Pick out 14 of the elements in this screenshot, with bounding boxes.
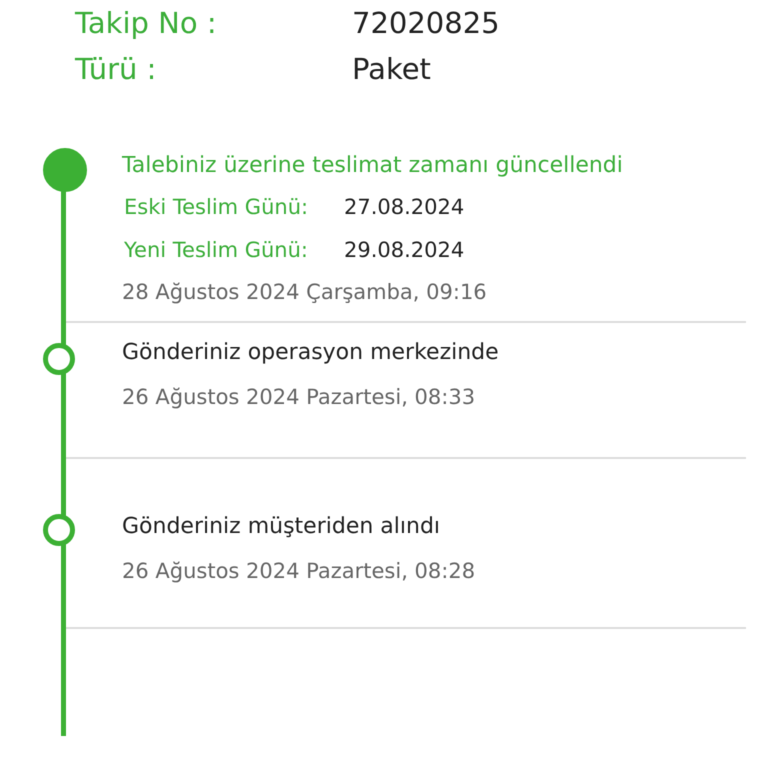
event-title: Talebiniz üzerine teslimat zamanı güncellendi [122,152,624,180]
field-value: 72020825 [352,6,500,40]
event-date: 28 Ağustos 2024 Çarşamba, 09:16 [122,279,488,306]
field-label: Takip No : [75,6,218,40]
detail-label: Eski Teslim Günü: [124,194,310,221]
event-date: 26 Ağustos 2024 Pazartesi, 08:28 [122,558,476,585]
event-title: Gönderiniz müşteriden alındı [122,513,442,541]
event-title: Gönderiniz operasyon merkezinde [122,339,500,367]
field-value: Paket [352,52,431,86]
detail-value: 27.08.2024 [344,194,464,221]
field-label: Türü : [75,52,158,86]
event-date: 26 Ağustos 2024 Pazartesi, 08:33 [122,384,476,411]
detail-label: Yeni Teslim Günü: [124,237,309,264]
detail-value: 29.08.2024 [344,237,464,264]
